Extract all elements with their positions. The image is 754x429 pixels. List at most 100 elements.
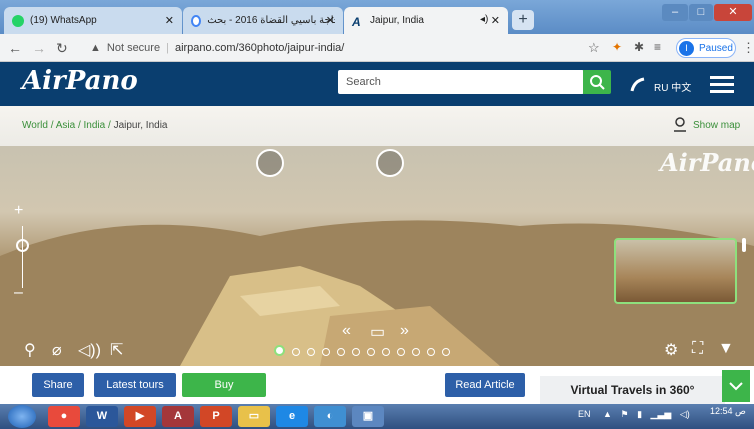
sound-icon[interactable]: ◁)) <box>78 340 101 360</box>
close-icon[interactable]: ✕ <box>491 14 500 27</box>
avatar: I <box>679 40 694 56</box>
pagination-dot[interactable] <box>307 348 315 356</box>
media-player-icon[interactable]: ▶ <box>124 406 156 427</box>
zoom-out-icon[interactable]: – <box>14 284 23 302</box>
tab-label: مقياس حاجة باسيي القضاة 2016 - بحث <box>207 15 335 26</box>
search-input[interactable]: Search <box>338 70 584 94</box>
search-button[interactable] <box>583 70 611 94</box>
audio-icon[interactable]: ◂) <box>480 14 488 25</box>
virtual-travels-banner[interactable]: Virtual Travels in 360° <box>540 376 725 404</box>
phone-icon[interactable] <box>628 75 648 95</box>
pagination-dot[interactable] <box>427 348 435 356</box>
action-bar: Share Latest tours Buy Read Article Virt… <box>0 366 754 404</box>
breadcrumb-bar: World / Asia / India / Jaipur, India Sho… <box>0 106 754 146</box>
scrollbar-handle[interactable] <box>742 238 746 252</box>
buy-button[interactable]: Buy <box>182 373 266 397</box>
panorama-viewer[interactable]: AirPano + – ⚲ ⌀ ◁)) ⇱ « ▭ » ⚙ ⛶ ▼ <box>0 146 754 366</box>
zoom-slider-handle[interactable] <box>16 239 29 252</box>
panorama-thumbnail[interactable] <box>614 238 737 304</box>
zoom-track <box>22 226 23 288</box>
latest-tours-button[interactable]: Latest tours <box>94 373 176 397</box>
show-map-link[interactable]: Show map <box>693 120 740 131</box>
location-icon[interactable]: ⚲ <box>24 340 36 360</box>
reload-icon[interactable]: ↻ <box>56 40 68 57</box>
back-icon[interactable]: ← <box>8 40 22 56</box>
pagination-dot[interactable] <box>412 348 420 356</box>
map-pin-icon[interactable] <box>672 116 688 134</box>
folder-icon[interactable]: ▭ <box>238 406 270 427</box>
tray-arrow-icon[interactable]: ▲ <box>603 409 612 419</box>
maximize-button[interactable]: □ <box>689 4 713 21</box>
breadcrumb-current: Jaipur, India <box>113 120 168 131</box>
collapse-icon[interactable]: ▼ <box>718 340 734 358</box>
helicopter-hotspot-icon[interactable] <box>256 149 284 177</box>
fullscreen-icon[interactable]: ⛶ <box>692 340 703 358</box>
breadcrumb-world[interactable]: World <box>22 120 48 131</box>
address-bar[interactable]: ▲ Not secure | airpano.com/360photo/jaip… <box>90 38 580 58</box>
minimize-button[interactable]: – <box>662 4 688 21</box>
paint-icon[interactable]: ◐ <box>314 406 346 427</box>
clock[interactable]: 12:54 ص <box>710 406 746 417</box>
helicopter-hotspot-icon[interactable] <box>376 149 404 177</box>
warning-icon: ▲ <box>90 42 101 54</box>
browser-toolbar: ← → ↻ ▲ Not secure | airpano.com/360phot… <box>0 34 754 62</box>
pagination-dot[interactable] <box>322 348 330 356</box>
chrome-icon[interactable]: ● <box>48 406 80 427</box>
google-icon <box>191 14 202 27</box>
read-article-button[interactable]: Read Article <box>445 373 525 397</box>
browser-tab-strip: (19) WhatsApp ✕ مقياس حاجة باسيي القضاة … <box>0 0 754 34</box>
tab-label: Jaipur, India <box>370 15 424 26</box>
site-header: AirPano Search RU 中文 <box>0 62 754 106</box>
next-icon[interactable]: » <box>400 322 409 340</box>
expand-button[interactable] <box>722 370 750 402</box>
pagination-dot[interactable] <box>397 348 405 356</box>
tab-google-search[interactable]: مقياس حاجة باسيي القضاة 2016 - بحث ✕ <box>183 7 343 34</box>
word-icon[interactable]: W <box>86 406 118 427</box>
powerpoint-icon[interactable]: P <box>200 406 232 427</box>
hamburger-menu-icon[interactable] <box>710 74 734 94</box>
pagination-dot[interactable] <box>442 348 450 356</box>
pagination-dot[interactable] <box>367 348 375 356</box>
menu-icon[interactable]: ⋮ <box>742 40 754 56</box>
puzzle-icon[interactable]: ✱ <box>634 40 644 54</box>
star-icon[interactable]: ☆ <box>588 40 600 56</box>
playlist-icon[interactable]: ≡ <box>654 40 661 54</box>
profile-button[interactable]: I Paused <box>676 38 736 58</box>
internet-explorer-icon[interactable]: e <box>276 406 308 427</box>
pagination-dot[interactable] <box>352 348 360 356</box>
breadcrumb-india[interactable]: India <box>84 120 106 131</box>
start-button[interactable] <box>8 405 36 428</box>
pagination-dot[interactable] <box>292 348 300 356</box>
close-icon[interactable]: ✕ <box>165 14 174 27</box>
language-indicator[interactable]: EN <box>578 409 591 419</box>
close-icon[interactable]: ✕ <box>326 14 335 27</box>
close-window-button[interactable]: ✕ <box>714 4 752 21</box>
extension-icon[interactable]: ✦ <box>612 40 622 54</box>
pagination-dot[interactable] <box>274 345 285 356</box>
pagination-dot[interactable] <box>382 348 390 356</box>
compass-icon[interactable]: ⌀ <box>52 340 62 360</box>
language-switcher[interactable]: RU 中文 <box>654 79 691 94</box>
url-text: airpano.com/360photo/jaipur-india/ <box>174 42 345 54</box>
settings-icon[interactable]: ⚙ <box>664 340 678 360</box>
flag-icon[interactable]: ⚑ <box>620 409 628 419</box>
volume-icon[interactable]: ◁) <box>680 409 690 419</box>
breadcrumb-asia[interactable]: Asia <box>56 120 75 131</box>
previous-icon[interactable]: « <box>342 322 351 340</box>
tab-jaipur[interactable]: A Jaipur, India ◂) ✕ <box>344 7 508 34</box>
forward-icon[interactable]: → <box>32 40 46 56</box>
window-icon[interactable]: ▣ <box>352 406 384 427</box>
zoom-in-icon[interactable]: + <box>14 202 23 220</box>
new-tab-button[interactable]: + <box>512 10 534 30</box>
tab-whatsapp[interactable]: (19) WhatsApp ✕ <box>4 7 182 34</box>
site-logo[interactable]: AirPano <box>22 66 138 96</box>
pagination-dot[interactable] <box>337 348 345 356</box>
share-icon[interactable]: ⇱ <box>110 340 123 360</box>
signal-icon[interactable]: ▁▃▅ <box>651 409 672 419</box>
profile-status: Paused <box>699 42 733 54</box>
network-icon[interactable]: ▮ <box>637 409 642 419</box>
book-icon[interactable]: ▭ <box>370 322 385 342</box>
airpano-watermark: AirPano <box>660 148 754 177</box>
share-button[interactable]: Share <box>32 373 84 397</box>
access-icon[interactable]: A <box>162 406 194 427</box>
